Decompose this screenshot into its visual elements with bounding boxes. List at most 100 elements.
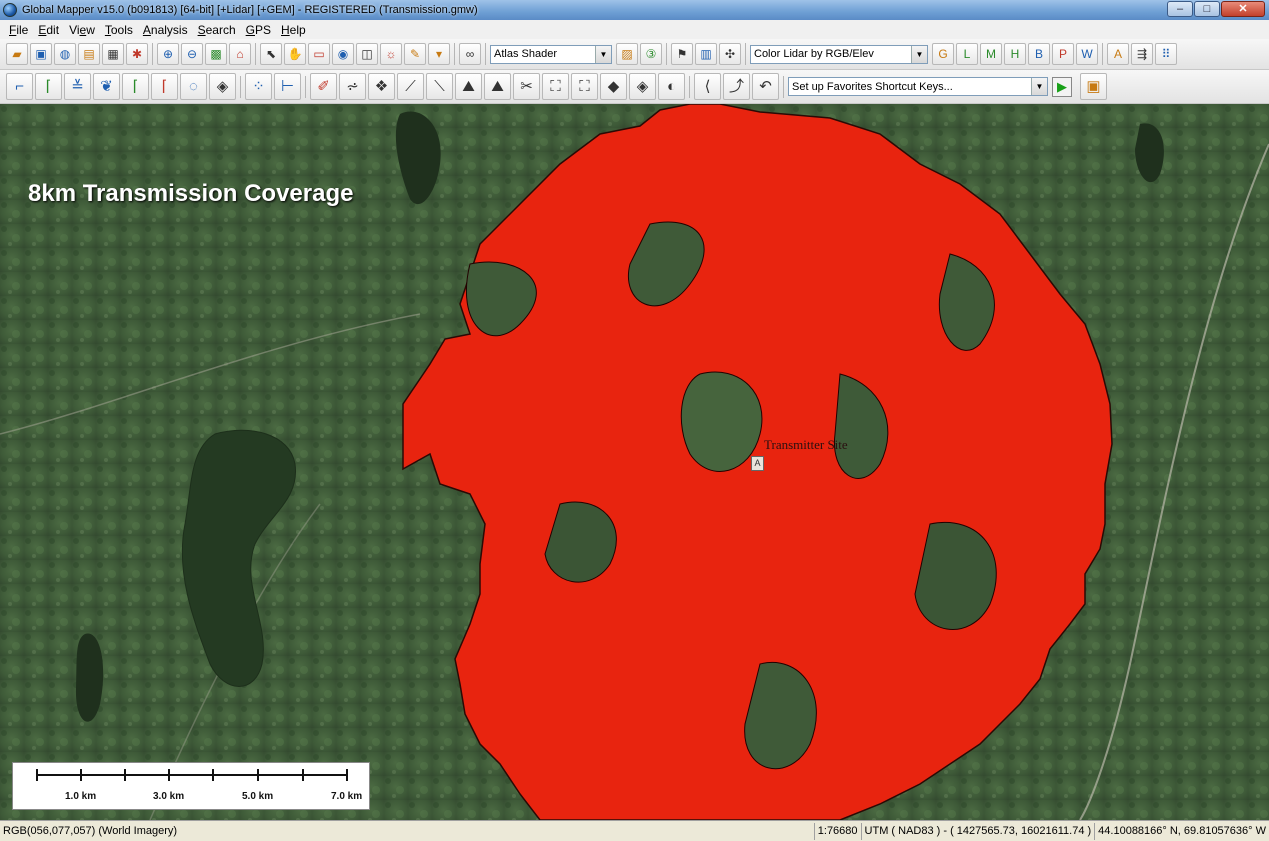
zoom-out-icon[interactable]: ⊖: [181, 43, 203, 65]
crop-area-icon[interactable]: ⛰: [455, 73, 482, 100]
lidar-power-icon[interactable]: P: [1052, 43, 1074, 65]
minimize-button[interactable]: –: [1167, 1, 1193, 17]
code-feature-icon[interactable]: ⌈: [151, 73, 178, 100]
run-favorite-button[interactable]: ▶: [1052, 76, 1072, 97]
menu-help[interactable]: Help: [276, 23, 311, 37]
menu-edit[interactable]: Edit: [33, 23, 64, 37]
maximize-button[interactable]: □: [1194, 1, 1220, 17]
toolbar-separator: [1102, 43, 1103, 65]
shape-b-icon[interactable]: ◈: [629, 73, 656, 100]
toolbar-separator: [783, 75, 784, 98]
zoom-in-icon[interactable]: ⊕: [157, 43, 179, 65]
lidar-ag-icon[interactable]: A: [1107, 43, 1129, 65]
feature-info-icon[interactable]: ◉: [332, 43, 354, 65]
grid-icon[interactable]: ✣: [719, 43, 741, 65]
chevron-down-icon[interactable]: ▼: [1031, 78, 1047, 95]
merge-icon[interactable]: ⛶: [571, 73, 598, 100]
digitizer-toolbar: ⌐ ⌈ ≚ ❦ ⌈ ⌈ ◌ ◈ ⁘ ⊢ ✐ ⩫ ❖ ⟋ ⟍ ⛰ ⛰ ✂ ⛶ ⛶ …: [0, 70, 1269, 104]
lidar-hv-icon[interactable]: H: [1004, 43, 1026, 65]
toolbar-separator: [689, 75, 690, 98]
menu-bar: File Edit View Tools Analysis Search GPS…: [0, 20, 1269, 39]
split-line-icon[interactable]: ⩫: [339, 73, 366, 100]
lidar-building-icon[interactable]: B: [1028, 43, 1050, 65]
undo-icon[interactable]: ↶: [752, 73, 779, 100]
lidar-points-icon[interactable]: ⠿: [1155, 43, 1177, 65]
toolbar-separator: [745, 43, 746, 65]
open-folder-icon[interactable]: ▰: [6, 43, 28, 65]
close-button[interactable]: ✕: [1221, 1, 1265, 17]
shape-a-icon[interactable]: ◆: [600, 73, 627, 100]
scale-bar: 1.0 km 3.0 km 5.0 km 7.0 km: [12, 762, 370, 810]
menu-file[interactable]: File: [4, 23, 33, 37]
transmitter-site-icon[interactable]: A: [751, 456, 764, 471]
select-vertices-icon[interactable]: ⁘: [245, 73, 272, 100]
scale-label: 1.0 km: [65, 791, 97, 802]
draw-pen-icon[interactable]: ✐: [310, 73, 337, 100]
move-feature-icon[interactable]: ⌈: [122, 73, 149, 100]
reshape-icon[interactable]: ⟋: [397, 73, 424, 100]
lidar-g-icon[interactable]: G: [932, 43, 954, 65]
snap-icon[interactable]: ⊢: [274, 73, 301, 100]
trace-icon[interactable]: ⟨: [694, 73, 721, 100]
cut-icon[interactable]: ⛶: [542, 73, 569, 100]
status-bar: RGB(056,077,057) (World Imagery) 1:76680…: [0, 820, 1269, 841]
config-icon[interactable]: ▦: [102, 43, 124, 65]
lidar-filter-icon[interactable]: ⇶: [1131, 43, 1153, 65]
shader-settings-icon[interactable]: ▨: [616, 43, 638, 65]
toolbar-separator: [240, 75, 241, 98]
map-view[interactable]: 8km Transmission Coverage Transmitter Si…: [0, 104, 1269, 820]
scale-label: 7.0 km: [331, 791, 363, 802]
window-title: Global Mapper v15.0 (b091813) [64-bit] […: [22, 4, 478, 16]
window-controls: – □ ✕: [1167, 1, 1265, 17]
lidar-water-icon[interactable]: W: [1076, 43, 1098, 65]
pan-hand-icon[interactable]: ✋: [284, 43, 306, 65]
edit-vertex-icon[interactable]: ❦: [93, 73, 120, 100]
online-data-icon[interactable]: ◍: [54, 43, 76, 65]
menu-tools[interactable]: Tools: [100, 23, 138, 37]
union-icon[interactable]: ⛰: [484, 73, 511, 100]
overlay-control-icon[interactable]: ▤: [78, 43, 100, 65]
shape-c-icon[interactable]: ◐: [658, 73, 685, 100]
menu-view[interactable]: View: [64, 23, 100, 37]
raster-icon[interactable]: ▥: [695, 43, 717, 65]
shader-select[interactable]: Atlas Shader ▼: [490, 44, 612, 64]
zoom-tool-icon[interactable]: ⬉: [260, 43, 282, 65]
3d-view-icon[interactable]: ③: [640, 43, 662, 65]
lidar-color-select[interactable]: Color Lidar by RGB/Elev ▼: [750, 44, 928, 64]
tools-icon[interactable]: ✱: [126, 43, 148, 65]
main-toolbar: ▰ ▣ ◍ ▤ ▦ ✱ ⊕ ⊖ ▩ ⌂ ⬉ ✋ ▭ ◉ ◫ ☼ ✎ ▾ ∞ At…: [0, 39, 1269, 70]
rotate-icon[interactable]: ⤴: [723, 73, 750, 100]
status-pixel-info: RGB(056,077,057) (World Imagery): [3, 825, 178, 837]
lidar-lv-icon[interactable]: L: [956, 43, 978, 65]
menu-search[interactable]: Search: [193, 23, 241, 37]
toolbar-separator: [152, 43, 153, 65]
combine-icon[interactable]: ❖: [368, 73, 395, 100]
flag-icon[interactable]: ⚑: [671, 43, 693, 65]
menu-analysis[interactable]: Analysis: [138, 23, 193, 37]
dropdown-tool-icon[interactable]: ▾: [428, 43, 450, 65]
grid-create-icon[interactable]: ◈: [209, 73, 236, 100]
toolbar-separator: [485, 43, 486, 65]
binoculars-icon[interactable]: ∞: [459, 43, 481, 65]
chevron-down-icon[interactable]: ▼: [595, 45, 611, 63]
create-area-icon[interactable]: ⌐: [6, 73, 33, 100]
zoom-layer-icon[interactable]: ▩: [205, 43, 227, 65]
measure-icon[interactable]: ▭: [308, 43, 330, 65]
favorites-select[interactable]: Set up Favorites Shortcut Keys... ▼: [788, 77, 1048, 96]
buffer-icon[interactable]: ◌: [180, 73, 207, 100]
home-icon[interactable]: ⌂: [229, 43, 251, 65]
create-point-icon[interactable]: ≚: [64, 73, 91, 100]
toolbar-separator: [454, 43, 455, 65]
pencil-icon[interactable]: ✎: [404, 43, 426, 65]
create-line-icon[interactable]: ⌈: [35, 73, 62, 100]
intersect-icon[interactable]: ✂: [513, 73, 540, 100]
path-profile-icon[interactable]: ☼: [380, 43, 402, 65]
chevron-down-icon[interactable]: ▼: [911, 45, 927, 63]
save-icon[interactable]: ▣: [30, 43, 52, 65]
simplify-icon[interactable]: ⟍: [426, 73, 453, 100]
digitizer-icon[interactable]: ◫: [356, 43, 378, 65]
lidar-mv-icon[interactable]: M: [980, 43, 1002, 65]
script-icon[interactable]: ▣: [1080, 73, 1107, 100]
menu-gps[interactable]: GPS: [241, 23, 276, 37]
toolbar-separator: [666, 43, 667, 65]
